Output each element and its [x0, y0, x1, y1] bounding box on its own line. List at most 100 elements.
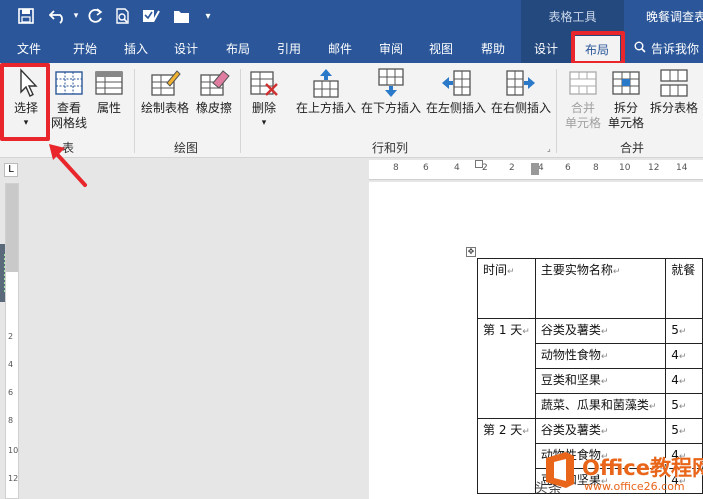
ruler-number: 4	[8, 360, 14, 369]
delete-button[interactable]: 删除 ▾	[246, 67, 282, 131]
group-label-draw: 绘图	[174, 141, 199, 155]
gridlines-icon	[55, 71, 83, 95]
ruler-number: 12	[8, 474, 19, 483]
tab-help[interactable]: 帮助	[470, 33, 516, 63]
merge-cells-icon	[569, 71, 597, 95]
tab-home[interactable]: 开始	[60, 33, 110, 63]
split-cells-button[interactable]: 拆分 单元格	[606, 67, 646, 131]
view-gridlines-label-2: 网格线	[50, 116, 87, 130]
table-cell[interactable]: 蔬菜、瓜果和菌藻类↵	[534, 393, 667, 419]
table-cell[interactable]: 4↵	[665, 368, 703, 394]
insert-right-button[interactable]: 在右侧插入	[490, 67, 552, 116]
tab-file[interactable]: 文件	[6, 33, 52, 63]
insert-left-button[interactable]: 在左侧插入	[425, 67, 487, 116]
tell-me-box[interactable]: 告诉我你	[634, 33, 699, 63]
ruler-number: 8	[8, 416, 14, 425]
eraser-icon	[200, 70, 230, 96]
ruler-number: 4	[454, 163, 460, 173]
table-move-handle[interactable]: ✥	[466, 247, 476, 257]
column-marker[interactable]	[531, 163, 539, 175]
table-cell[interactable]: 5↵	[665, 318, 703, 344]
ribbon: 选择 ▾ 查看 网格线 属性 表 绘制表格 橡皮擦 绘图 删除 ▾ 在上方插入 …	[0, 63, 703, 158]
annotation-arrow-icon	[49, 144, 87, 187]
table-cell[interactable]: 第 1 天↵	[477, 318, 536, 419]
tab-insert[interactable]: 插入	[113, 33, 159, 63]
print-preview-icon[interactable]	[112, 6, 134, 26]
table-cell[interactable]: 主要实物名称↵	[534, 258, 667, 319]
tab-view[interactable]: 视图	[418, 33, 464, 63]
split-table-label: 拆分表格	[649, 101, 698, 115]
table-row: 时间↵ 主要实物名称↵ 就餐	[477, 258, 703, 319]
redo-icon[interactable]	[84, 6, 106, 26]
insert-above-label: 在上方插入	[295, 101, 356, 115]
insert-column-left-icon	[442, 70, 471, 96]
insert-left-label: 在左侧插入	[425, 101, 486, 115]
split-cells-label-1: 拆分	[613, 101, 638, 115]
tab-review[interactable]: 审阅	[368, 33, 414, 63]
eraser-button[interactable]: 橡皮擦	[194, 67, 234, 116]
ruler-number: 10	[619, 163, 631, 173]
split-table-button[interactable]: 拆分表格	[648, 67, 700, 116]
table-cell[interactable]: 谷类及薯类↵	[534, 318, 667, 344]
ruler-number: 8	[393, 163, 399, 173]
tab-references[interactable]: 引用	[266, 33, 312, 63]
tell-me-label: 告诉我你	[651, 41, 700, 56]
undo-icon[interactable]	[46, 6, 70, 26]
tab-design[interactable]: 设计	[163, 33, 209, 63]
properties-button[interactable]: 属性	[92, 67, 126, 116]
table-row: 第 1 天↵ 谷类及薯类↵ 5↵	[477, 318, 703, 419]
insert-right-label: 在右侧插入	[490, 101, 551, 115]
customize-toolbar-icon[interactable]: ▾	[200, 6, 216, 26]
insert-column-right-icon	[506, 70, 535, 96]
group-label-rows-columns: 行和列	[372, 141, 409, 155]
merge-cells-label-2: 单元格	[564, 116, 601, 130]
table-cell[interactable]: 时间↵	[477, 258, 536, 319]
office-logo-icon	[546, 452, 574, 488]
table-cell[interactable]: 就餐	[665, 258, 703, 319]
group-divider	[556, 69, 557, 153]
group-divider	[134, 69, 135, 153]
folder-icon[interactable]	[170, 6, 192, 26]
tab-layout[interactable]: 布局	[215, 33, 261, 63]
ruler-number: 10	[8, 446, 19, 455]
view-gridlines-button[interactable]: 查看 网格线	[48, 67, 90, 131]
watermark-url: www.office26.com	[584, 480, 685, 493]
insert-below-button[interactable]: 在下方插入	[360, 67, 422, 116]
delete-table-icon	[250, 71, 278, 96]
group-label-merge: 合并	[620, 141, 645, 155]
save-icon[interactable]	[14, 6, 38, 26]
properties-label: 属性	[96, 101, 121, 115]
select-button-highlight	[0, 63, 50, 141]
tab-mailings[interactable]: 邮件	[317, 33, 363, 63]
table-cell[interactable]: 豆类和坚果↵	[534, 368, 667, 394]
dialog-launcher-icon[interactable]: ⌟	[547, 144, 551, 153]
ruler-number: 2	[509, 163, 515, 173]
tab-table-design[interactable]: 设计	[523, 33, 569, 63]
ruler-number: 12	[648, 163, 660, 173]
insert-above-button[interactable]: 在上方插入	[295, 67, 357, 116]
ruler-number: 8	[593, 163, 599, 173]
pencil-table-icon	[151, 70, 181, 96]
indent-marker[interactable]	[475, 160, 483, 168]
ruler-number: 6	[423, 163, 429, 173]
eraser-label: 橡皮擦	[195, 101, 232, 115]
merge-cells-button[interactable]: 合并 单元格	[563, 67, 603, 131]
insert-below-label: 在下方插入	[360, 101, 421, 115]
table-tools-label: 表格工具	[521, 0, 624, 33]
table-cell[interactable]: 5↵	[665, 393, 703, 419]
undo-dropdown-icon[interactable]: ▾	[70, 6, 82, 26]
vertical-ruler[interactable]: 2 4 6 8 10 12	[5, 183, 19, 499]
table-cell[interactable]: 谷类及薯类↵	[534, 418, 667, 444]
table-cell[interactable]: 动物性食物↵	[534, 343, 667, 369]
split-cells-icon	[612, 71, 640, 95]
tab-stop-selector[interactable]: L	[4, 163, 18, 177]
ruler-number: 2	[8, 332, 14, 341]
split-table-icon	[660, 69, 688, 97]
check-icon[interactable]	[140, 6, 162, 26]
table-cell[interactable]: 4↵	[665, 343, 703, 369]
title-bar: ▾ ▾ 表格工具 晚餐调查表	[0, 0, 703, 33]
table-cell[interactable]: 5↵	[665, 418, 703, 444]
draw-table-button[interactable]: 绘制表格	[140, 67, 190, 116]
horizontal-ruler[interactable]: 8 6 4 2 2 4 6 8 10 12 14	[369, 160, 703, 180]
merge-cells-label-1: 合并	[570, 101, 595, 115]
